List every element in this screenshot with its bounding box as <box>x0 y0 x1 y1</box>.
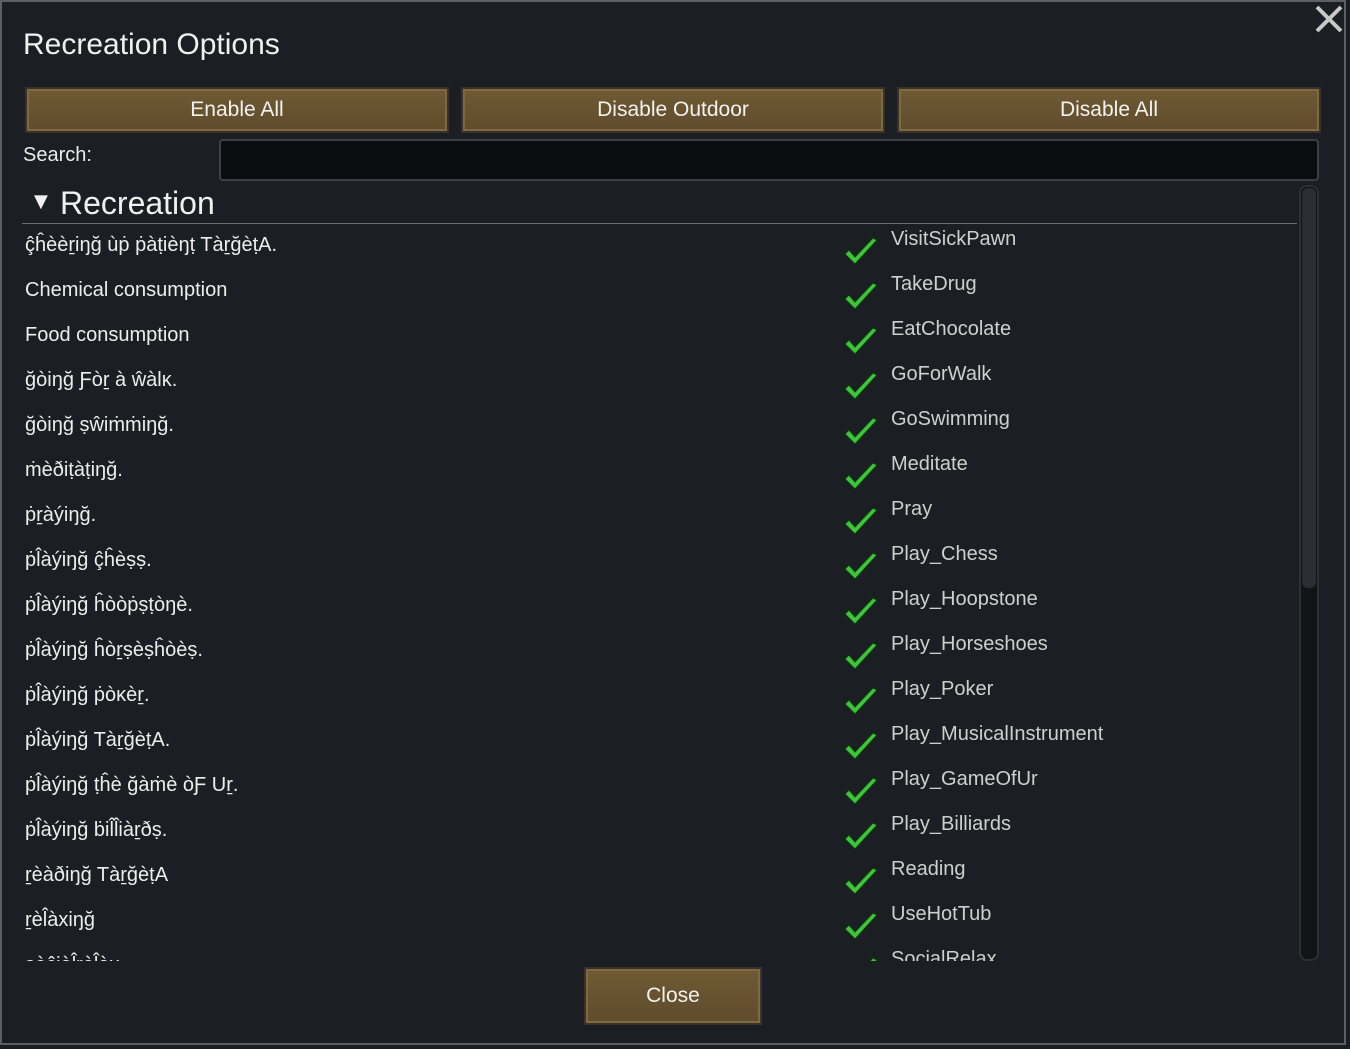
def-name: GoForWalk <box>891 363 992 385</box>
checkmark-icon[interactable] <box>842 686 880 718</box>
def-name: Play_Poker <box>891 678 994 700</box>
list-item[interactable]: ğòiŋğ Ƒòṟ à ŵàlĸ. GoForWalk <box>22 363 1297 408</box>
group-header-recreation[interactable]: ▼ Recreation <box>22 183 1297 224</box>
recreation-label: ğòiŋğ Ƒòṟ à ŵàlĸ. <box>25 369 178 391</box>
recreation-list: ▼ Recreation ç̂ĥèèṟiŋğ ùṗ ṗàṭièŋṭ Tàṟğèṭ… <box>22 183 1300 961</box>
recreation-label: ṟèl̂àxiŋğ <box>25 909 96 931</box>
def-name: Play_Hoopstone <box>891 588 1038 610</box>
list-item[interactable]: Food consumption EatChocolate <box>22 318 1297 363</box>
def-name: VisitSickPawn <box>891 228 1017 250</box>
def-name: Play_Horseshoes <box>891 633 1048 655</box>
list-item[interactable]: ç̂ĥèèṟiŋğ ùṗ ṗàṭièŋṭ TàṟğèṭA. VisitSickPa… <box>22 228 1297 273</box>
def-name: Pray <box>891 498 933 520</box>
recreation-label: ṗl̂àýiŋğ ĥòòṗṣṭòŋè. <box>25 594 193 616</box>
checkmark-icon[interactable] <box>842 641 880 673</box>
def-name: SocialRelax <box>891 948 997 961</box>
list-item[interactable]: ṗṟàýiŋğ. Pray <box>22 498 1297 543</box>
checkmark-icon[interactable] <box>842 821 880 853</box>
def-name: Meditate <box>891 453 968 475</box>
def-name: EatChocolate <box>891 318 1012 340</box>
checkmark-icon[interactable] <box>842 371 880 403</box>
disable-outdoor-button[interactable]: Disable Outdoor <box>461 87 885 133</box>
list-item[interactable]: ṣòç̂iàl̂ṟèl̂àx SocialRelax <box>22 948 1297 961</box>
def-name: TakeDrug <box>891 273 977 295</box>
def-name: Play_Chess <box>891 543 998 565</box>
recreation-label: Chemical consumption <box>25 279 228 301</box>
group-title: Recreation <box>60 185 215 221</box>
def-name: Play_Billiards <box>891 813 1012 835</box>
search-label: Search: <box>23 144 92 166</box>
checkmark-icon[interactable] <box>842 911 880 943</box>
recreation-label: ṗl̂àýiŋğ ṗòĸèṟ. <box>25 684 150 706</box>
checkmark-icon[interactable] <box>842 866 880 898</box>
recreation-label: ṗl̂àýiŋğ ṭĥè ğàṁè òƑ Uṟ. <box>25 774 239 796</box>
def-name: Play_GameOfUr <box>891 768 1038 790</box>
def-name: UseHotTub <box>891 903 992 925</box>
list-item[interactable]: ṗl̂àýiŋğ ṗòĸèṟ. Play_Poker <box>22 678 1297 723</box>
list-item[interactable]: ṗl̂àýiŋğ ḃil̂l̂iàṟðṣ. Play_Billiards <box>22 813 1297 858</box>
list-item[interactable]: ğòiŋğ ṣŵiṁṁiŋğ. GoSwimming <box>22 408 1297 453</box>
list-item[interactable]: ṟèàðiŋğ TàṟğèṭA Reading <box>22 858 1297 903</box>
recreation-label: ṟèàðiŋğ TàṟğèṭA <box>25 864 169 886</box>
search-input[interactable] <box>219 139 1319 181</box>
list-item[interactable]: ṗl̂àýiŋğ ĥòṟṣèṣĥòèṣ. Play_Horseshoes <box>22 633 1297 678</box>
def-name: GoSwimming <box>891 408 1010 430</box>
checkmark-icon[interactable] <box>842 776 880 808</box>
list-item[interactable]: Chemical consumption TakeDrug <box>22 273 1297 318</box>
checkmark-icon[interactable] <box>842 461 880 493</box>
checkmark-icon[interactable] <box>842 281 880 313</box>
list-item[interactable]: ṗl̂àýiŋğ ṭĥè ğàṁè òƑ Uṟ. Play_GameOfUr <box>22 768 1297 813</box>
recreation-label: ṗṟàýiŋğ. <box>25 504 97 526</box>
recreation-label: ğòiŋğ ṣŵiṁṁiŋğ. <box>25 414 174 436</box>
recreation-label: ṗl̂àýiŋğ ç̂ĥèṣṣ. <box>25 549 152 571</box>
triangle-down-icon[interactable]: ▼ <box>34 191 48 212</box>
recreation-label: Food consumption <box>25 324 190 346</box>
checkmark-icon[interactable] <box>842 731 880 763</box>
recreation-label: ṗl̂àýiŋğ ĥòṟṣèṣĥòèṣ. <box>25 639 203 661</box>
list-item[interactable]: ṁèðiṭàṭiŋğ. Meditate <box>22 453 1297 498</box>
recreation-label: ṗl̂àýiŋğ ḃil̂l̂iàṟðṣ. <box>25 819 168 841</box>
scrollbar-thumb[interactable] <box>1302 188 1316 588</box>
recreation-label: ṗl̂àýiŋğ TàṟğèṭA. <box>25 729 171 751</box>
def-name: Reading <box>891 858 966 880</box>
checkmark-icon[interactable] <box>842 236 880 268</box>
checkmark-icon[interactable] <box>842 506 880 538</box>
enable-all-button[interactable]: Enable All <box>25 87 449 133</box>
dialog-title: Recreation Options <box>23 28 280 61</box>
def-name: Play_MusicalInstrument <box>891 723 1104 745</box>
recreation-label: ṁèðiṭàṭiŋğ. <box>25 459 123 481</box>
list-item[interactable]: ṟèl̂àxiŋğ UseHotTub <box>22 903 1297 948</box>
list-item[interactable]: ṗl̂àýiŋğ TàṟğèṭA. Play_MusicalInstrument <box>22 723 1297 768</box>
list-item[interactable]: ṗl̂àýiŋğ ç̂ĥèṣṣ. Play_Chess <box>22 543 1297 588</box>
checkmark-icon[interactable] <box>842 596 880 628</box>
disable-all-button[interactable]: Disable All <box>897 87 1321 133</box>
recreation-label: ṣòç̂iàl̂ṟèl̂àx <box>25 954 119 961</box>
checkmark-icon[interactable] <box>842 551 880 583</box>
close-button[interactable]: Close <box>584 967 762 1025</box>
checkmark-icon[interactable] <box>842 416 880 448</box>
checkmark-icon[interactable] <box>842 326 880 358</box>
checkmark-icon[interactable] <box>842 956 880 961</box>
close-x-icon[interactable] <box>1312 2 1346 36</box>
recreation-label: ç̂ĥèèṟiŋğ ùṗ ṗàṭièŋṭ TàṟğèṭA. <box>25 234 278 256</box>
list-item[interactable]: ṗl̂àýiŋğ ĥòòṗṣṭòŋè. Play_Hoopstone <box>22 588 1297 633</box>
